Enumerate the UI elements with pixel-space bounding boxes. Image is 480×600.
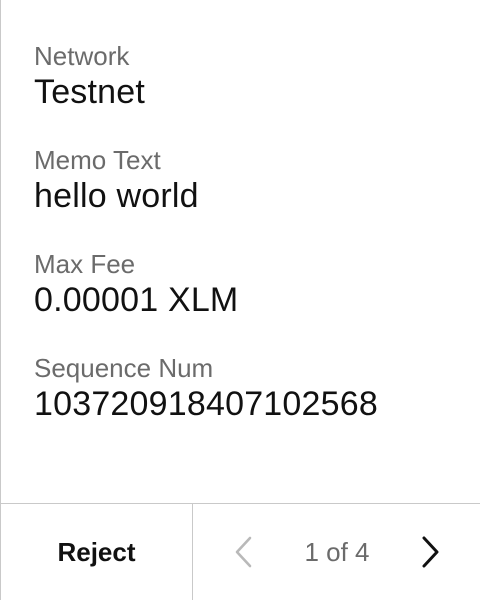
action-footer: Reject 1 of 4: [1, 503, 480, 600]
field-label: Memo Text: [34, 145, 161, 175]
transaction-details: Network Testnet Memo Text hello world Ma…: [34, 40, 460, 456]
field-network: Network Testnet: [34, 40, 460, 112]
field-sequence-num: Sequence Num 103720918407102568: [34, 352, 460, 424]
field-value: hello world: [34, 177, 199, 215]
screen-frame: Network Testnet Memo Text hello world Ma…: [0, 0, 480, 600]
chevron-left-icon[interactable]: [229, 532, 259, 572]
pagination: 1 of 4: [193, 504, 480, 600]
chevron-right-icon[interactable]: [415, 532, 445, 572]
field-max-fee: Max Fee 0.00001 XLM: [34, 248, 460, 320]
page-indicator: 1 of 4: [304, 536, 370, 567]
field-label: Network: [34, 41, 130, 71]
field-value: Testnet: [34, 73, 146, 111]
field-memo-text: Memo Text hello world: [34, 144, 460, 216]
field-label: Sequence Num: [34, 353, 214, 383]
field-value: 0.00001 XLM: [34, 281, 239, 319]
field-value: 103720918407102568: [34, 385, 378, 423]
field-label: Max Fee: [34, 249, 136, 279]
reject-button[interactable]: Reject: [1, 504, 193, 600]
